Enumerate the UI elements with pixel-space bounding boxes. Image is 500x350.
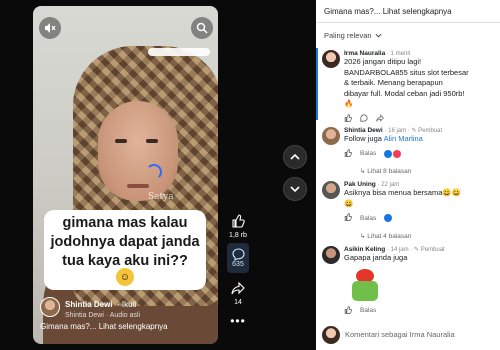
replies-label: Lihat 8 balasan: [367, 168, 412, 175]
comment-line: & terbaik. Menang berapapun: [344, 78, 443, 87]
commenter-name[interactable]: Asikin Keling: [344, 246, 385, 253]
comment-line: BANDARBOLA855 situs slot terbesar: [344, 67, 469, 77]
comment-input[interactable]: Komentari sebagai Irma Nauralia: [345, 326, 498, 344]
reply-icon[interactable]: [360, 113, 368, 124]
author-row: Shintia Dewi · Ikuti Shintia Dewi · Audi…: [40, 294, 140, 319]
reel-viewer: Satya gimana mas kalau jodohnya dapat ja…: [0, 0, 500, 350]
author-name[interactable]: Shintia Dewi: [65, 300, 113, 309]
overlay-line: jodohnya dapat janda: [50, 234, 200, 250]
share-comment-icon[interactable]: [376, 113, 384, 124]
chevron-up-icon: [290, 153, 300, 160]
thumbs-up-icon: [344, 305, 352, 314]
video-overlay-bar: [148, 48, 210, 56]
comment-item: Shintia Dewi · 16 jam · ✎ Pembuat Follow…: [322, 127, 498, 159]
comment-item: Irma Nauralia · 1 menit 2026 jangan diti…: [322, 50, 498, 124]
video-player[interactable]: Satya gimana mas kalau jodohnya dapat ja…: [33, 6, 218, 344]
search-icon: [196, 22, 208, 34]
share-arrow-icon: [231, 281, 245, 295]
comment-emoji: 😀: [344, 198, 354, 208]
search-button[interactable]: [191, 17, 213, 39]
share-button[interactable]: 14: [225, 277, 251, 306]
post-title[interactable]: Gimana mas?... Lihat selengkapnya: [316, 0, 500, 22]
avatar[interactable]: [322, 246, 340, 264]
highlight-bar: [316, 48, 318, 120]
sticker-image: [350, 268, 384, 303]
view-replies-link[interactable]: ↳ Lihat 8 balasan: [360, 167, 411, 175]
commenter-name[interactable]: Irma Nauralia: [344, 50, 385, 57]
view-replies-link[interactable]: ↳ Lihat 4 balasan: [360, 232, 411, 240]
like-comment-button[interactable]: [344, 113, 352, 124]
like-comment-button[interactable]: [344, 213, 352, 223]
mute-button[interactable]: [39, 17, 61, 39]
love-reaction-icon: [393, 149, 402, 158]
comment-count: 635: [232, 261, 244, 268]
like-button[interactable]: 1,8 rb: [225, 210, 251, 239]
comment-item: Pak Uning · 22 jam Asiknya bisa menua be…: [322, 181, 498, 223]
commenter-name[interactable]: Pak Uning: [344, 181, 376, 188]
like-comment-button[interactable]: [344, 305, 352, 316]
comment-icon: [231, 248, 245, 261]
avatar: [322, 326, 340, 344]
next-reel-button[interactable]: [283, 177, 307, 201]
thumbs-up-icon: [344, 213, 352, 221]
commenter-name[interactable]: Shintia Dewi: [344, 127, 383, 134]
video-frame-eye: [115, 139, 127, 143]
reply-button[interactable]: Balas: [360, 150, 376, 157]
thumbs-up-sticker-icon: [352, 280, 378, 301]
reel-actions: 1,8 rb 635 14 •••: [225, 210, 251, 336]
comment-text: Follow juga: [344, 134, 384, 143]
reply-button[interactable]: Balas: [360, 307, 376, 314]
thumbs-up-icon: [232, 214, 245, 228]
replies-label: Lihat 4 balasan: [367, 233, 412, 240]
chevron-down-icon: [375, 33, 382, 38]
loading-spinner-icon: [146, 164, 162, 180]
video-description[interactable]: Gimana mas?... Lihat selengkapnya: [40, 322, 168, 331]
comment-item: Asikin Keling · 14 jam · ✎ Pembuat Gapap…: [322, 246, 498, 316]
comment-button[interactable]: 635: [225, 243, 251, 273]
previous-reel-button[interactable]: [283, 145, 307, 169]
comment-line: dibayar full. Modal ceban jadi 950rb!: [344, 88, 465, 98]
more-options-button[interactable]: •••: [225, 310, 251, 332]
share-count: 14: [234, 299, 242, 306]
speaker-muted-icon: [45, 23, 56, 33]
comment-line: 2026 jangan ditipu lagi!: [344, 57, 422, 66]
avatar[interactable]: [40, 296, 60, 317]
comment-text: Asiknya bisa menua bersama😀😀: [344, 188, 462, 197]
audio-label[interactable]: Shintia Dewi · Audio asli: [65, 312, 140, 319]
like-comment-button[interactable]: [344, 148, 352, 159]
follow-link[interactable]: · Ikuti: [117, 300, 137, 309]
comment-line: 🔥: [344, 99, 354, 108]
mention-link[interactable]: Alin Marlina: [384, 134, 423, 143]
overlay-line: gimana mas kalau: [62, 215, 188, 231]
comments-panel: Gimana mas?... Lihat selengkapnya Paling…: [316, 0, 500, 350]
reaction-summary[interactable]: [384, 214, 393, 222]
video-frame-eye: [146, 139, 158, 143]
video-watermark: Satya: [148, 192, 174, 202]
comment-composer: Komentari sebagai Irma Nauralia: [322, 326, 498, 344]
thumbs-up-icon: [344, 148, 352, 157]
reply-button[interactable]: Balas: [360, 215, 376, 222]
comment-text: Gapapa janda juga: [344, 253, 408, 262]
sort-label: Paling relevan: [324, 31, 372, 40]
video-frame-mouth: [127, 184, 149, 188]
like-count: 1,8 rb: [229, 232, 247, 239]
thumbs-up-icon: [344, 113, 352, 122]
smiling-face-emoji-icon: ☺: [116, 268, 134, 286]
sort-dropdown[interactable]: Paling relevan: [316, 23, 500, 40]
reaction-summary[interactable]: [384, 149, 402, 158]
more-dots-icon: •••: [230, 314, 246, 328]
avatar[interactable]: [322, 181, 340, 199]
chevron-down-icon: [290, 186, 300, 193]
avatar[interactable]: [322, 50, 340, 68]
like-reaction-icon: [384, 214, 393, 222]
like-reaction-icon: [384, 149, 393, 158]
avatar[interactable]: [322, 127, 340, 145]
